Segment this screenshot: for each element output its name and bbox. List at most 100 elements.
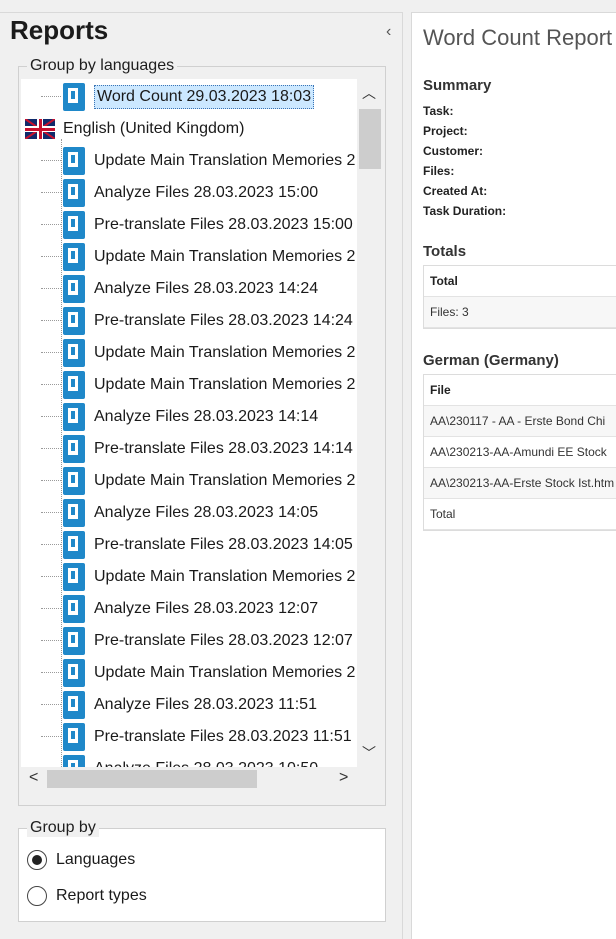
tree-item[interactable]: Update Main Translation Memories 2	[41, 465, 356, 497]
tree-item[interactable]: Analyze Files 28.03.2023 12:07	[41, 593, 319, 625]
table-row: Total	[424, 499, 616, 530]
summary-field: Created At:	[423, 184, 488, 198]
horizontal-scroll-thumb[interactable]	[47, 770, 257, 788]
tree-item[interactable]: Update Main Translation Memories 2	[41, 337, 356, 369]
tree-item-selected[interactable]: Word Count 29.03.2023 18:03	[41, 81, 315, 113]
horizontal-scrollbar[interactable]: < >	[21, 767, 381, 791]
report-icon	[63, 499, 85, 527]
summary-field: Task Duration:	[423, 204, 507, 218]
report-icon	[63, 691, 85, 719]
tree-item[interactable]: Pre-translate Files 28.03.2023 11:51	[41, 721, 352, 753]
report-icon	[63, 595, 85, 623]
tree-item-label: Update Main Translation Memories 2	[94, 376, 356, 393]
vertical-scrollbar[interactable]: ︿ ﹀	[357, 79, 381, 767]
collapse-pane-button[interactable]: ‹	[386, 23, 391, 41]
report-icon	[63, 147, 85, 175]
totals-table: Total Files: 3	[423, 265, 616, 329]
report-icon	[63, 371, 85, 399]
summary-field: Files:	[423, 164, 455, 178]
radio-label: Languages	[56, 851, 136, 868]
report-icon	[63, 659, 85, 687]
radio-button-checked[interactable]	[27, 850, 47, 870]
tree-item-label: Update Main Translation Memories 2	[94, 248, 356, 265]
scroll-right-icon[interactable]: >	[339, 769, 348, 787]
tree-item[interactable]: Update Main Translation Memories 2	[41, 657, 356, 689]
radio-label: Report types	[56, 887, 147, 904]
tree-item-label: Pre-translate Files 28.03.2023 15:00	[94, 216, 353, 233]
tree-connector-line	[61, 139, 62, 767]
pane-title: Reports	[10, 15, 109, 45]
table-row: Files: 3	[424, 297, 616, 328]
tree-item-label: Pre-translate Files 28.03.2023 12:07	[94, 632, 353, 649]
tree-item[interactable]: Pre-translate Files 28.03.2023 12:07	[41, 625, 353, 657]
tree-item[interactable]: Update Main Translation Memories 2	[41, 241, 356, 273]
uk-flag-icon	[25, 119, 55, 139]
report-icon	[63, 243, 85, 271]
language-title: German (Germany)	[423, 352, 559, 369]
report-icon	[63, 211, 85, 239]
tree-item-label: Update Main Translation Memories 2	[94, 152, 356, 169]
tree-item[interactable]: Pre-translate Files 28.03.2023 14:14	[41, 433, 353, 465]
tree-item-label: Pre-translate Files 28.03.2023 11:51	[94, 728, 352, 745]
report-icon	[63, 723, 85, 751]
tree-item[interactable]: Analyze Files 28.03.2023 14:05	[41, 497, 318, 529]
tree-item[interactable]: Analyze Files 28.03.2023 14:24	[41, 273, 319, 305]
report-tree: Word Count 29.03.2023 18:03 English (Unit…	[21, 79, 357, 767]
report-icon	[63, 179, 85, 207]
tree-language-label: English (United Kingdom)	[63, 120, 245, 137]
tree-item-label: Analyze Files 28.03.2023 14:24	[94, 280, 319, 297]
tree-item-label: Update Main Translation Memories 2	[94, 568, 356, 585]
tree-item[interactable]: Pre-translate Files 28.03.2023 15:00	[41, 209, 353, 241]
table-row: AA\230213-AA-Amundi EE Stock	[424, 437, 616, 468]
scroll-down-icon[interactable]: ﹀	[362, 743, 376, 763]
tree-item-label: Pre-translate Files 28.03.2023 14:24	[94, 312, 353, 329]
scroll-left-icon[interactable]: <	[29, 769, 38, 787]
files-table: File AA\230117 - AA - Erste Bond Chi AA\…	[423, 374, 616, 531]
tree-item-label: Update Main Translation Memories 2	[94, 344, 356, 361]
tree-item[interactable]: Update Main Translation Memories 2	[41, 369, 356, 401]
summary-field: Project:	[423, 124, 468, 138]
tree-item[interactable]: Analyze Files 28.03.2023 14:14	[41, 401, 318, 433]
table-row: Total	[424, 266, 616, 297]
tree-item-label: Word Count 29.03.2023 18:03	[94, 85, 315, 109]
tree-item-label: Analyze Files 28.03.2023 15:00	[94, 184, 319, 201]
report-icon	[63, 403, 85, 431]
report-icon	[63, 563, 85, 591]
summary-fields: Task: Project: Customer: Files: Created …	[423, 101, 506, 221]
tree-language-node[interactable]: English (United Kingdom)	[25, 113, 244, 145]
tree-item-label: Analyze Files 28.03.2023 12:07	[94, 600, 319, 617]
report-icon	[63, 339, 85, 367]
tree-item-label: Analyze Files 28.03.2023 11:51	[94, 696, 317, 713]
scroll-up-icon[interactable]: ︿	[362, 83, 376, 103]
tree-item[interactable]: Analyze Files 28.03.2023 11:51	[41, 689, 317, 721]
report-icon	[63, 467, 85, 495]
tree-item-label: Update Main Translation Memories 2	[94, 664, 356, 681]
vertical-scroll-thumb[interactable]	[359, 109, 381, 169]
report-icon	[63, 435, 85, 463]
tree-item[interactable]: Update Main Translation Memories 2	[41, 145, 356, 177]
group-by-box: Group by Languages Report types	[18, 819, 386, 922]
tree-item[interactable]: Pre-translate Files 28.03.2023 14:24	[41, 305, 353, 337]
table-row: AA\230117 - AA - Erste Bond Chi	[424, 406, 616, 437]
tree-item[interactable]: Update Main Translation Memories 2	[41, 561, 356, 593]
tree-item-label: Update Main Translation Memories 2	[94, 472, 356, 489]
radio-report-types[interactable]: Report types	[27, 883, 147, 909]
report-icon	[63, 307, 85, 335]
summary-title: Summary	[423, 77, 492, 94]
tree-item[interactable]: Pre-translate Files 28.03.2023 14:05	[41, 529, 353, 561]
tree-item[interactable]: Analyze Files 28.03.2023 15:00	[41, 177, 319, 209]
radio-languages[interactable]: Languages	[27, 847, 135, 873]
group-by-label: Group by	[27, 819, 99, 837]
report-icon	[63, 83, 85, 111]
tree-item-label: Pre-translate Files 28.03.2023 14:05	[94, 536, 353, 553]
report-icon	[63, 275, 85, 303]
radio-button[interactable]	[27, 886, 47, 906]
tree-group-label: Group by languages	[27, 57, 178, 75]
report-title: Word Count Report	[423, 25, 613, 50]
totals-title: Totals	[423, 243, 467, 260]
summary-field: Customer:	[423, 144, 484, 158]
table-row: File	[424, 375, 616, 406]
tree-item-label: Pre-translate Files 28.03.2023 14:14	[94, 440, 353, 457]
report-icon	[63, 755, 85, 767]
tree-item[interactable]: Analyze Files 28.03.2023 10:50	[63, 753, 318, 767]
